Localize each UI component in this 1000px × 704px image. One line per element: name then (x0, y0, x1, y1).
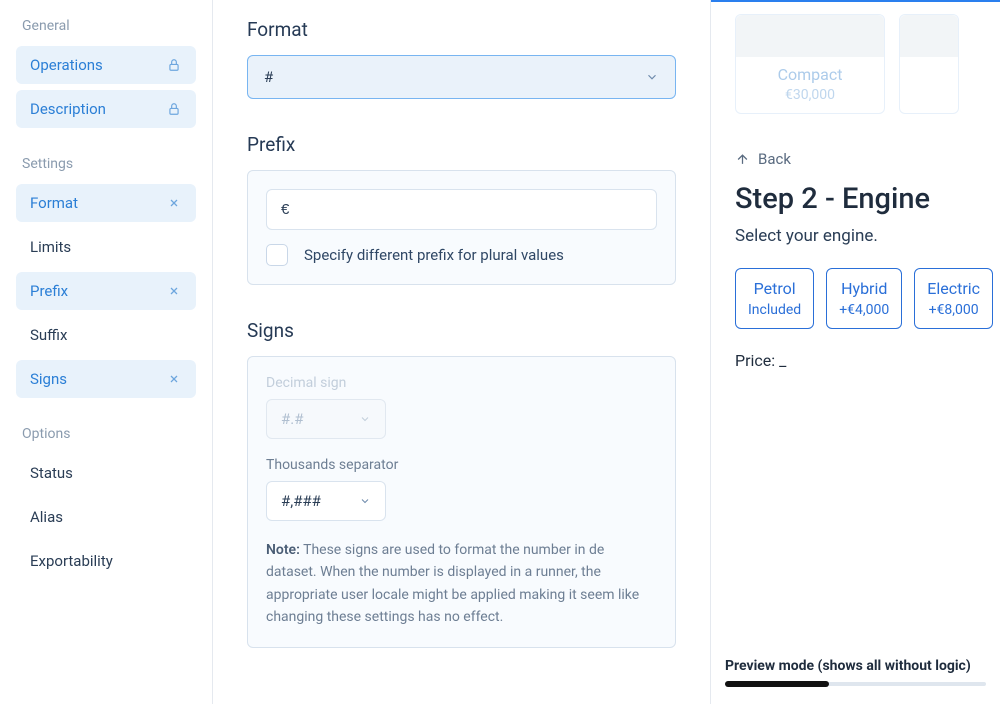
section-heading: Prefix (247, 133, 676, 156)
plural-checkbox[interactable] (266, 244, 288, 266)
sidebar-item-signs[interactable]: Signs (16, 360, 196, 398)
section-format: Format # (247, 18, 676, 99)
car-card-compact[interactable]: Compact €30,000 (735, 14, 885, 114)
sidebar-group-label: Settings (22, 156, 190, 172)
plural-checkbox-label: Specify different prefix for plural valu… (304, 246, 564, 264)
engine-price: Included (748, 302, 801, 318)
preview-footer: Preview mode (shows all without logic) (711, 648, 1000, 704)
car-image (736, 15, 884, 57)
lock-icon (166, 101, 182, 117)
sidebar-item-label: Signs (30, 370, 166, 388)
decimal-block: Decimal sign #.# (266, 375, 657, 439)
car-price: €30,000 (736, 87, 884, 103)
back-label: Back (758, 150, 791, 168)
sidebar-item-format[interactable]: Format (16, 184, 196, 222)
step-title: Step 2 - Engine (735, 182, 982, 216)
price-line: Price: _ (735, 351, 982, 370)
close-icon[interactable] (166, 371, 182, 387)
back-link[interactable]: Back (735, 150, 791, 168)
sidebar-item-status[interactable]: Status (16, 454, 196, 492)
engine-card-electric[interactable]: Electric +€8,000 (914, 268, 993, 329)
lock-icon (166, 57, 182, 73)
engine-price: +€4,000 (839, 302, 889, 318)
car-image (900, 15, 958, 57)
sidebar-item-label: Suffix (30, 326, 182, 344)
sidebar-item-description[interactable]: Description (16, 90, 196, 128)
signs-card: Decimal sign #.# Thousands separator #,#… (247, 356, 676, 648)
decimal-value: #.# (281, 410, 303, 428)
sidebar-item-limits[interactable]: Limits (16, 228, 196, 266)
sidebar-item-alias[interactable]: Alias (16, 498, 196, 536)
engine-name: Hybrid (839, 279, 889, 298)
step-subtitle: Select your engine. (735, 226, 982, 246)
sidebar-group-settings: Settings Format Limits Prefix Suffix Sig… (16, 156, 196, 398)
thousands-label: Thousands separator (266, 457, 657, 473)
section-signs: Signs Decimal sign #.# Thousands separat… (247, 319, 676, 648)
preview-mode-label: Preview mode (shows all without logic) (725, 658, 986, 674)
section-heading: Signs (247, 319, 676, 342)
sidebar-item-label: Format (30, 194, 166, 212)
sidebar-item-label: Operations (30, 56, 166, 74)
engine-name: Petrol (748, 279, 801, 298)
thousands-select[interactable]: #,### (266, 481, 386, 521)
engine-name: Electric (927, 279, 980, 298)
chevron-down-icon (359, 495, 371, 507)
thousands-block: Thousands separator #,### (266, 457, 657, 521)
chevron-down-icon (645, 70, 659, 84)
engine-card-hybrid[interactable]: Hybrid +€4,000 (826, 268, 902, 329)
sidebar-item-label: Exportability (30, 552, 182, 570)
sidebar-item-label: Description (30, 100, 166, 118)
slider-handle[interactable] (725, 681, 829, 687)
close-icon[interactable] (166, 283, 182, 299)
note-body: These signs are used to format the numbe… (266, 542, 639, 625)
close-icon[interactable] (166, 195, 182, 211)
main-panel: Format # Prefix Specify different prefix… (213, 0, 710, 704)
engine-price: +€8,000 (927, 302, 980, 318)
car-name: Compact (736, 65, 884, 84)
note-prefix: Note: (266, 542, 300, 558)
sidebar-group-general: General Operations Description (16, 18, 196, 128)
decimal-select: #.# (266, 399, 386, 439)
preview-slider[interactable] (725, 682, 986, 686)
sidebar-group-label: General (22, 18, 190, 34)
arrow-up-icon (735, 152, 750, 167)
sidebar-group-options: Options Status Alias Exportability (16, 426, 196, 580)
sidebar-item-label: Prefix (30, 282, 166, 300)
sidebar-item-label: Alias (30, 508, 182, 526)
signs-note: Note: These signs are used to format the… (266, 539, 657, 629)
preview-panel: Compact €30,000 Back Step 2 - Engine Sel… (710, 0, 1000, 704)
sidebar-item-exportability[interactable]: Exportability (16, 542, 196, 580)
sidebar-item-label: Limits (30, 238, 182, 256)
prefix-input[interactable] (266, 189, 657, 230)
car-card-row: Compact €30,000 (735, 14, 982, 114)
sidebar-group-label: Options (22, 426, 190, 442)
engine-card-petrol[interactable]: Petrol Included (735, 268, 814, 329)
section-prefix: Prefix Specify different prefix for plur… (247, 133, 676, 285)
format-select[interactable]: # (247, 55, 676, 99)
decimal-label: Decimal sign (266, 375, 657, 391)
chevron-down-icon (359, 413, 371, 425)
thousands-value: #,### (281, 492, 321, 510)
sidebar-item-suffix[interactable]: Suffix (16, 316, 196, 354)
prefix-card: Specify different prefix for plural valu… (247, 170, 676, 285)
sidebar-item-label: Status (30, 464, 182, 482)
sidebar-item-operations[interactable]: Operations (16, 46, 196, 84)
sidebar-item-prefix[interactable]: Prefix (16, 272, 196, 310)
engine-options: Petrol Included Hybrid +€4,000 Electric … (735, 268, 982, 329)
section-heading: Format (247, 18, 676, 41)
sidebar: General Operations Description Settings … (0, 0, 213, 704)
preview-body: Compact €30,000 Back Step 2 - Engine Sel… (711, 0, 1000, 648)
car-card-partial[interactable] (899, 14, 959, 114)
format-value: # (264, 68, 273, 86)
plural-checkbox-row: Specify different prefix for plural valu… (266, 244, 657, 266)
